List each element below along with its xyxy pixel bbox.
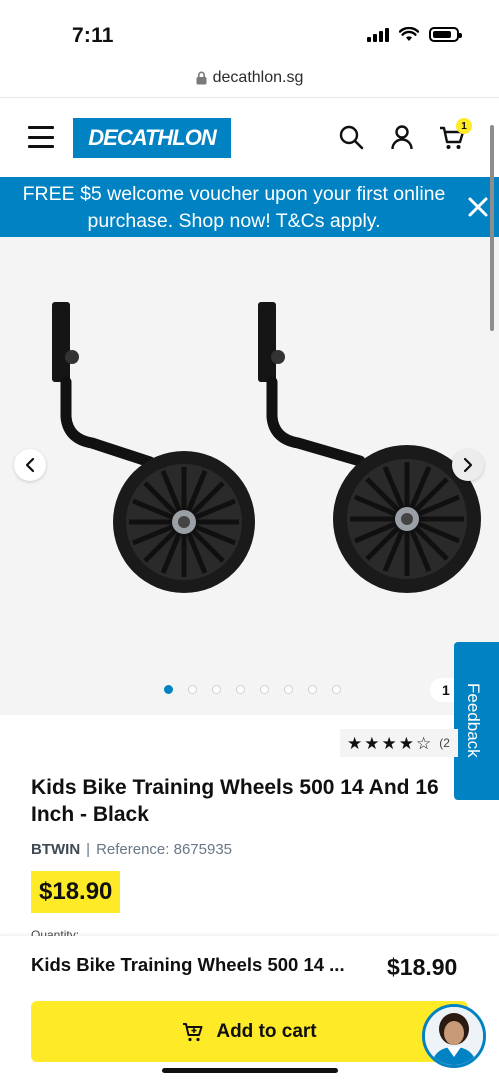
- battery-icon: [429, 27, 462, 42]
- gallery-dot[interactable]: [260, 685, 269, 694]
- star-empty-icon: ☆: [416, 733, 432, 753]
- site-header: DECATHLON: [0, 99, 499, 177]
- chevron-left-icon: [25, 457, 35, 473]
- product-reference: Reference: 8675935: [96, 841, 232, 858]
- decathlon-logo[interactable]: DECATHLON: [73, 118, 231, 158]
- product-title: Kids Bike Training Wheels 500 14 And 16 …: [31, 776, 439, 826]
- gallery-dot[interactable]: [188, 685, 197, 694]
- gallery-next-button[interactable]: [452, 449, 484, 481]
- status-bar: 7:11: [0, 0, 499, 58]
- product-meta: BTWIN | Reference: 8675935: [31, 841, 232, 858]
- gallery-prev-button[interactable]: [14, 449, 46, 481]
- star-filled-icon: ★: [381, 733, 397, 753]
- add-to-cart-label: Add to cart: [216, 1020, 317, 1042]
- add-to-cart-button[interactable]: Add to cart: [31, 1001, 468, 1062]
- wifi-icon: [399, 27, 419, 41]
- chat-assistant-avatar[interactable]: [422, 1004, 486, 1068]
- star-filled-icon: ★: [364, 733, 380, 753]
- gallery-dot[interactable]: [284, 685, 293, 694]
- search-icon[interactable]: [337, 123, 365, 151]
- gallery-dot[interactable]: [164, 685, 173, 694]
- assistant-portrait-icon: [425, 1007, 483, 1065]
- chevron-right-icon: [463, 457, 473, 473]
- training-wheel-left: [52, 302, 255, 593]
- product-price: $18.90: [31, 871, 121, 913]
- quantity-label: Quantity:: [31, 928, 80, 936]
- brand-name[interactable]: BTWIN: [31, 841, 80, 858]
- star-filled-icon: ★: [398, 733, 414, 753]
- lock-icon: [196, 71, 207, 84]
- cart-count-badge: 1: [456, 118, 472, 134]
- cellular-signal-icon: [367, 27, 389, 42]
- promo-text: FREE $5 welcome voucher upon your first …: [22, 183, 446, 232]
- product-gallery[interactable]: 1: [0, 237, 499, 715]
- gallery-dot[interactable]: [332, 685, 341, 694]
- gallery-dot[interactable]: [212, 685, 221, 694]
- cart-icon: [183, 1022, 203, 1041]
- user-icon[interactable]: [388, 123, 416, 151]
- gallery-dot[interactable]: [308, 685, 317, 694]
- status-time: 7:11: [72, 24, 114, 47]
- gallery-pagination: [164, 685, 341, 694]
- star-filled-icon: ★: [347, 733, 363, 753]
- product-image: [52, 302, 481, 593]
- sticky-price: $18.90: [387, 954, 458, 980]
- page-scrollbar[interactable]: [490, 125, 494, 331]
- battery-level: [433, 31, 451, 38]
- browser-url-bar[interactable]: decathlon.sg: [0, 58, 499, 98]
- rating-count: (2: [439, 736, 450, 750]
- url-text: decathlon.sg: [212, 68, 304, 86]
- sticky-product-name: Kids Bike Training Wheels 500 14 ...: [31, 954, 345, 975]
- hamburger-icon[interactable]: [28, 126, 54, 148]
- sticky-cart-bar: Kids Bike Training Wheels 500 14 ... $18…: [0, 936, 499, 1080]
- home-indicator: [162, 1068, 338, 1073]
- rating-summary[interactable]: ★ ★ ★ ★ ☆ (2: [340, 729, 458, 757]
- status-icons: [367, 27, 462, 42]
- gallery-dot[interactable]: [236, 685, 245, 694]
- feedback-label: Feedback: [464, 683, 483, 758]
- close-icon[interactable]: [467, 193, 489, 221]
- training-wheel-right: [258, 302, 481, 593]
- promo-banner[interactable]: FREE $5 welcome voucher upon your first …: [0, 177, 499, 237]
- meta-separator: |: [86, 841, 91, 858]
